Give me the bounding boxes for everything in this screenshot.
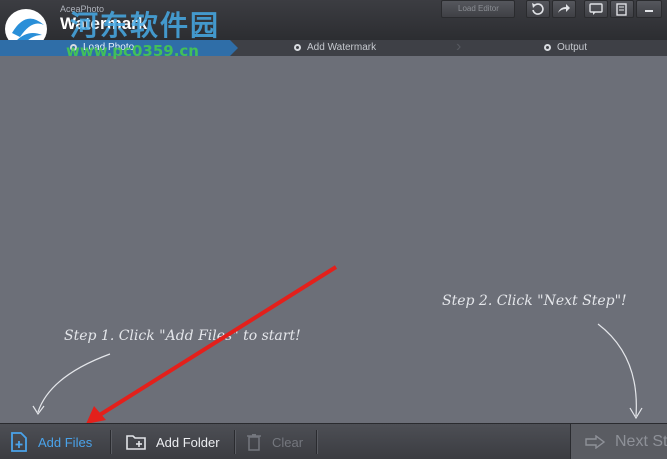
add-folder-label: Add Folder [156, 434, 220, 450]
step-label: Output [557, 42, 588, 53]
add-folder-icon [126, 433, 146, 451]
next-step-button[interactable]: Next Step [570, 424, 667, 459]
toolbar-divider [110, 430, 111, 454]
toolbar-divider [234, 430, 235, 454]
clear-label: Clear [272, 434, 304, 450]
toolbar-divider [316, 430, 317, 454]
step1-curved-arrow [37, 353, 111, 413]
title-bar: AceaPhoto Watermark 河东软件园 Load Editor [0, 0, 667, 49]
register-button[interactable] [610, 0, 634, 18]
arrow-right-icon [585, 435, 605, 449]
step-label: Add Watermark [307, 42, 377, 53]
step-add-watermark[interactable]: Add Watermark [294, 40, 376, 56]
add-files-button[interactable]: Add Files [10, 424, 92, 459]
clear-button[interactable]: Clear [246, 424, 303, 459]
minimize-icon [643, 3, 655, 15]
trash-icon [246, 433, 262, 451]
add-file-icon [10, 432, 28, 452]
step-dot-icon [294, 44, 301, 51]
add-files-label: Add Files [38, 434, 93, 450]
load-editor-label: Load Editor [458, 4, 499, 13]
next-step-label: Next Step [615, 433, 667, 450]
step-output[interactable]: Output [544, 40, 587, 56]
hint-arrows [32, 265, 643, 423]
bottom-toolbar: Add Files Add Folder Clear Next Step [0, 423, 667, 459]
share-button[interactable] [552, 0, 576, 18]
load-editor-button[interactable]: Load Editor [441, 0, 515, 18]
step-dot-icon [544, 44, 551, 51]
minimize-button[interactable] [636, 0, 662, 18]
edit-icon [615, 2, 629, 16]
share-icon [557, 2, 571, 16]
annotation-arrow-shaft [96, 265, 338, 418]
chevron-right-icon: › [456, 38, 462, 55]
undo-button[interactable] [526, 0, 550, 18]
undo-icon [531, 2, 545, 16]
chat-icon [589, 2, 603, 16]
step2-curved-arrow [597, 323, 637, 417]
feedback-button[interactable] [584, 0, 608, 18]
add-folder-button[interactable]: Add Folder [126, 424, 220, 459]
photo-drop-area[interactable]: Step 1. Click "Add Files" to start! Step… [0, 56, 667, 423]
site-watermark: 河东软件园 [70, 9, 221, 42]
